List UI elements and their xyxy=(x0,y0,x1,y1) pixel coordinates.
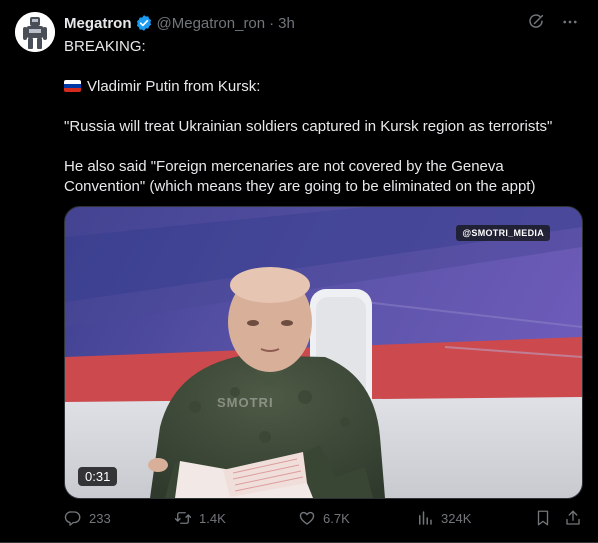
bookmark-icon xyxy=(537,510,549,526)
media-ghost-watermark: SMOTRI xyxy=(217,395,274,410)
tweet-line-said-2: Convention" (which means they are going … xyxy=(64,178,536,195)
russia-flag-icon xyxy=(64,80,81,92)
avatar[interactable] xyxy=(15,12,55,52)
reply-icon xyxy=(64,511,81,526)
tweet-text: BREAKING: Vladimir Putin from Kursk: "Ru… xyxy=(64,37,584,197)
share-icon xyxy=(566,510,580,525)
views-button[interactable]: 324K xyxy=(416,509,471,527)
video-duration: 0:31 xyxy=(78,467,118,486)
video-player[interactable]: @SMOTRI_MEDIA SMOTRI 0:31 xyxy=(64,206,583,499)
reply-button[interactable]: 233 xyxy=(64,509,111,527)
like-button[interactable]: 6.7K xyxy=(298,509,350,527)
separator-dot: · xyxy=(269,14,275,32)
author-handle[interactable]: @Megatron_ron xyxy=(157,15,266,32)
tweet[interactable]: Megatron @Megatron_ron · 3h BREAKING: Vl… xyxy=(0,0,598,543)
tweet-actions: 233 1.4K 6.7K 324K xyxy=(64,509,584,531)
tweet-line-putin-text: Vladimir Putin from Kursk: xyxy=(87,78,261,95)
tweet-line-said-1: He also said "Foreign mercenaries are no… xyxy=(64,158,504,175)
video-frame xyxy=(65,207,582,498)
repost-count: 1.4K xyxy=(199,510,226,526)
repost-button[interactable]: 1.4K xyxy=(174,509,226,527)
tweet-line-putin: Vladimir Putin from Kursk: xyxy=(64,77,584,97)
media-watermark-tag: @SMOTRI_MEDIA xyxy=(456,225,550,241)
views-icon xyxy=(419,511,432,525)
grok-icon[interactable] xyxy=(526,12,546,32)
tweet-header: Megatron @Megatron_ron · 3h xyxy=(64,13,295,33)
more-icon[interactable] xyxy=(560,12,580,32)
bookmark-button[interactable] xyxy=(534,509,559,527)
views-count: 324K xyxy=(441,510,472,526)
repost-icon xyxy=(174,512,192,524)
like-count: 6.7K xyxy=(323,510,350,526)
post-time[interactable]: 3h xyxy=(278,15,295,32)
tweet-top-actions xyxy=(526,12,580,32)
reply-count: 233 xyxy=(89,510,111,526)
verified-badge-icon xyxy=(135,14,153,32)
tweet-line-quote: "Russia will treat Ukrainian soldiers ca… xyxy=(64,118,553,135)
tweet-line-breaking: BREAKING: xyxy=(64,38,146,55)
heart-icon xyxy=(299,511,315,525)
author-name[interactable]: Megatron xyxy=(64,15,132,32)
share-button[interactable] xyxy=(564,509,589,527)
